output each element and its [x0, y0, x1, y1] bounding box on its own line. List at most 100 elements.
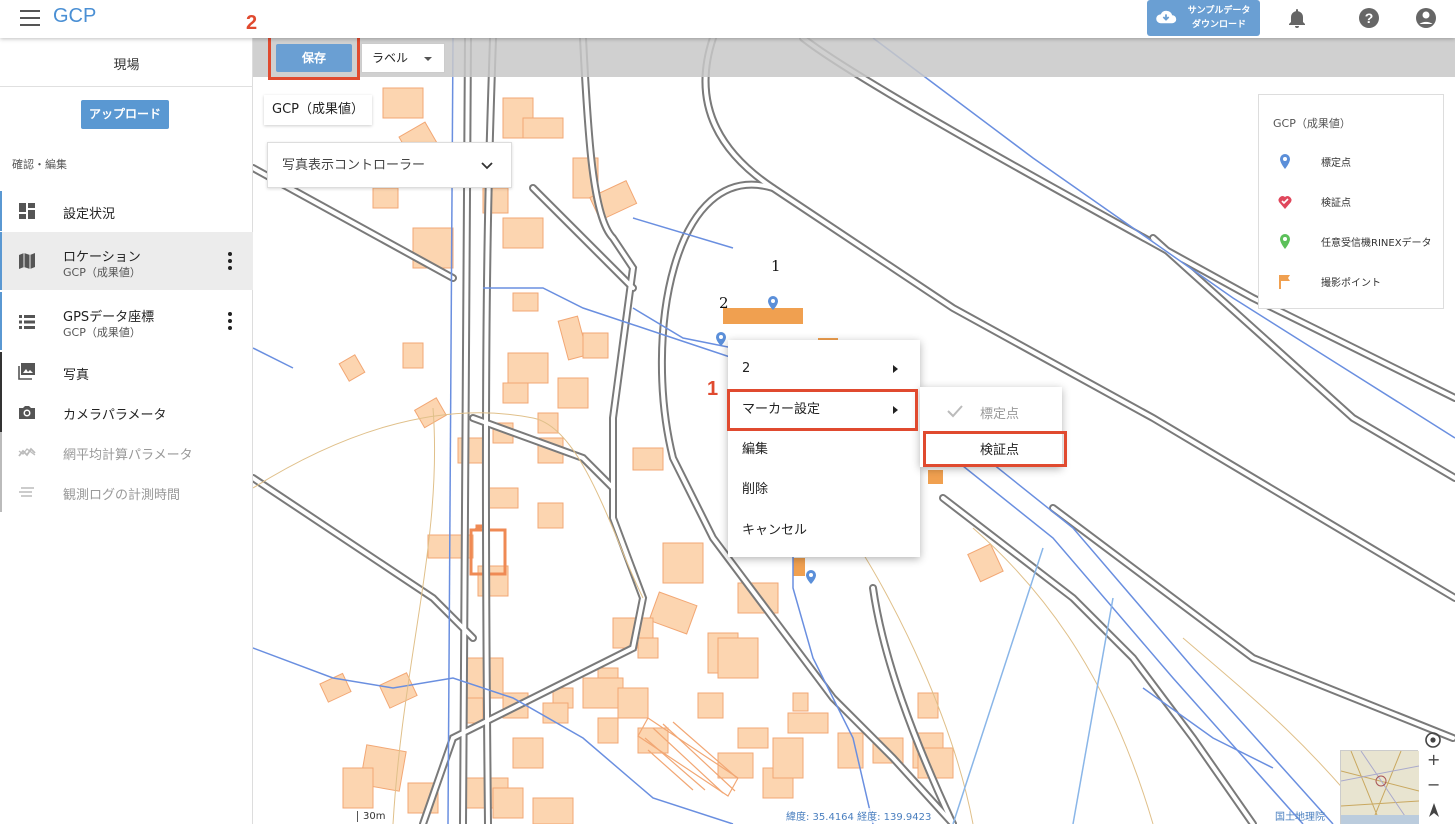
nav-bar	[0, 472, 2, 512]
account-icon[interactable]	[1414, 6, 1438, 30]
map-icon	[19, 253, 35, 269]
bell-icon[interactable]	[1285, 6, 1309, 30]
check-icon	[947, 405, 963, 418]
pin-icon	[1280, 234, 1290, 249]
coordinates-readout: 緯度: 35.4164 経度: 139.9423	[786, 808, 932, 823]
app-root: GCP サンプルデータ ダウンロード ? 現場 アップロード 確認・編集 設定状…	[0, 0, 1455, 824]
sidebar-item-label: 観測ログの計測時間	[63, 488, 181, 503]
sidebar-item-settings-status[interactable]: 設定状況	[0, 191, 253, 231]
section-label: 確認・編集	[12, 158, 67, 171]
legend-item: 検証点	[1259, 190, 1445, 212]
caret-down-icon	[424, 57, 432, 61]
label-select[interactable]: ラベル	[361, 43, 445, 73]
site-label: 現場	[113, 58, 140, 73]
nav-bar	[0, 191, 2, 231]
legend-item: 標定点	[1259, 150, 1445, 172]
context-menu-label: 2	[742, 361, 751, 376]
legend-label: 検証点	[1321, 198, 1351, 209]
marker-settings-highlight-box	[727, 389, 918, 431]
photo-icon	[18, 363, 35, 380]
sidebar-item-label: カメラパラメータ	[63, 408, 167, 423]
context-menu-label: 削除	[742, 482, 769, 497]
help-icon[interactable]: ?	[1357, 6, 1381, 30]
sidebar-item-camera-params[interactable]: カメラパラメータ	[0, 392, 253, 432]
context-menu-item-2[interactable]: 2	[728, 349, 920, 389]
context-menu-label: 編集	[742, 442, 769, 457]
legend-item: 任意受信機RINEXデータ	[1259, 230, 1445, 252]
locate-icon[interactable]	[1423, 730, 1443, 750]
more-vert-icon[interactable]	[222, 310, 238, 332]
caret-right-icon	[893, 365, 898, 373]
sidebar-item-label: 網平均計算パラメータ	[63, 448, 193, 463]
log-icon	[19, 487, 34, 497]
dashboard-icon	[19, 203, 35, 219]
sidebar-item-observation-log[interactable]: 観測ログの計測時間	[0, 472, 253, 512]
legend-item: 撮影ポイント	[1259, 270, 1445, 292]
nav-bar	[0, 232, 2, 290]
submenu-item-control-point[interactable]: 標定点	[920, 391, 1062, 431]
north-arrow-icon[interactable]	[1427, 802, 1441, 818]
context-menu: 2 マーカー設定 編集 削除 キャンセル	[728, 340, 920, 557]
step-number-2: 2	[246, 12, 258, 34]
more-vert-icon[interactable]	[222, 250, 238, 272]
legend-label: 任意受信機RINEXデータ	[1321, 238, 1432, 249]
label-select-value: ラベル	[372, 51, 409, 65]
check-point-highlight-box	[923, 431, 1067, 467]
legend: GCP（成果値） 標定点 検証点 任意受信機RINEXデータ 撮影ポイント	[1258, 94, 1444, 309]
sample-button-line2: ダウンロード	[1191, 20, 1246, 30]
network-icon	[18, 447, 36, 457]
pin-icon	[1280, 154, 1290, 169]
photo-controller-label: 写真表示コントローラー	[282, 158, 426, 173]
sidebar: 現場 アップロード 確認・編集 設定状況 ロケーション GCP（成果値） GPS…	[0, 38, 253, 824]
app-title: GCP	[53, 5, 97, 27]
map-view[interactable]: 保存 ラベル GCP（成果値） 写真表示コントローラー GCP（成果値） 標定点…	[253, 38, 1455, 824]
nav-bar	[0, 392, 2, 432]
layer-chip: GCP（成果値）	[264, 95, 372, 125]
check-pin-icon	[1278, 196, 1292, 209]
sidebar-item-label: 写真	[63, 368, 90, 383]
marker-1[interactable]	[768, 296, 778, 310]
context-menu-item-delete[interactable]: 削除	[728, 470, 920, 510]
sidebar-item-photos[interactable]: 写真	[0, 352, 253, 392]
map-toolbar: 保存 ラベル	[253, 38, 1455, 80]
top-bar: GCP サンプルデータ ダウンロード ?	[0, 0, 1455, 38]
sidebar-item-location[interactable]: ロケーション GCP（成果値）	[0, 232, 253, 290]
sidebar-item-label: GPSデータ座標	[63, 310, 155, 325]
sample-data-download-button[interactable]: サンプルデータ ダウンロード	[1147, 0, 1260, 36]
context-menu-label: キャンセル	[742, 523, 808, 538]
legend-title: GCP（成果値）	[1273, 117, 1351, 130]
zoom-in-button[interactable]: +	[1427, 750, 1440, 769]
photo-controller-dropdown[interactable]: 写真表示コントローラー	[267, 142, 512, 188]
svg-text:?: ?	[1365, 10, 1374, 26]
sidebar-item-label: 設定状況	[63, 207, 116, 222]
upload-button[interactable]: アップロード	[81, 100, 169, 129]
scale-bar: 30m	[357, 811, 385, 822]
legend-label: 撮影ポイント	[1321, 278, 1381, 289]
minimap[interactable]	[1340, 750, 1420, 824]
sidebar-item-label: ロケーション	[63, 250, 141, 265]
sidebar-item-gps-coords[interactable]: GPSデータ座標 GCP（成果値）	[0, 292, 253, 350]
submenu-label: 標定点	[980, 407, 1020, 422]
sidebar-item-sub: GCP（成果値）	[63, 266, 141, 279]
step-number-1: 1	[707, 378, 719, 400]
context-menu-item-cancel[interactable]: キャンセル	[728, 511, 920, 551]
save-highlight-box	[268, 38, 360, 80]
sample-button-line1: サンプルデータ	[1187, 6, 1251, 16]
legend-label: 標定点	[1321, 158, 1351, 169]
marker-3[interactable]	[806, 570, 816, 584]
sidebar-item-network-params[interactable]: 網平均計算パラメータ	[0, 432, 253, 472]
nav-bar	[0, 292, 2, 350]
context-menu-item-edit[interactable]: 編集	[728, 430, 920, 470]
divider	[0, 86, 253, 87]
cloud-download-icon	[1156, 10, 1177, 24]
camera-icon	[19, 406, 35, 419]
marker-2[interactable]	[716, 332, 726, 346]
marker-label: 1	[771, 257, 781, 275]
list-icon	[19, 315, 35, 329]
zoom-out-button[interactable]: −	[1427, 775, 1440, 794]
menu-icon[interactable]	[20, 10, 40, 26]
sidebar-item-sub: GCP（成果値）	[63, 326, 141, 339]
minimap-image	[1340, 750, 1420, 824]
attribution-link[interactable]: 国土地理院	[1275, 808, 1325, 823]
nav-bar	[0, 432, 2, 472]
